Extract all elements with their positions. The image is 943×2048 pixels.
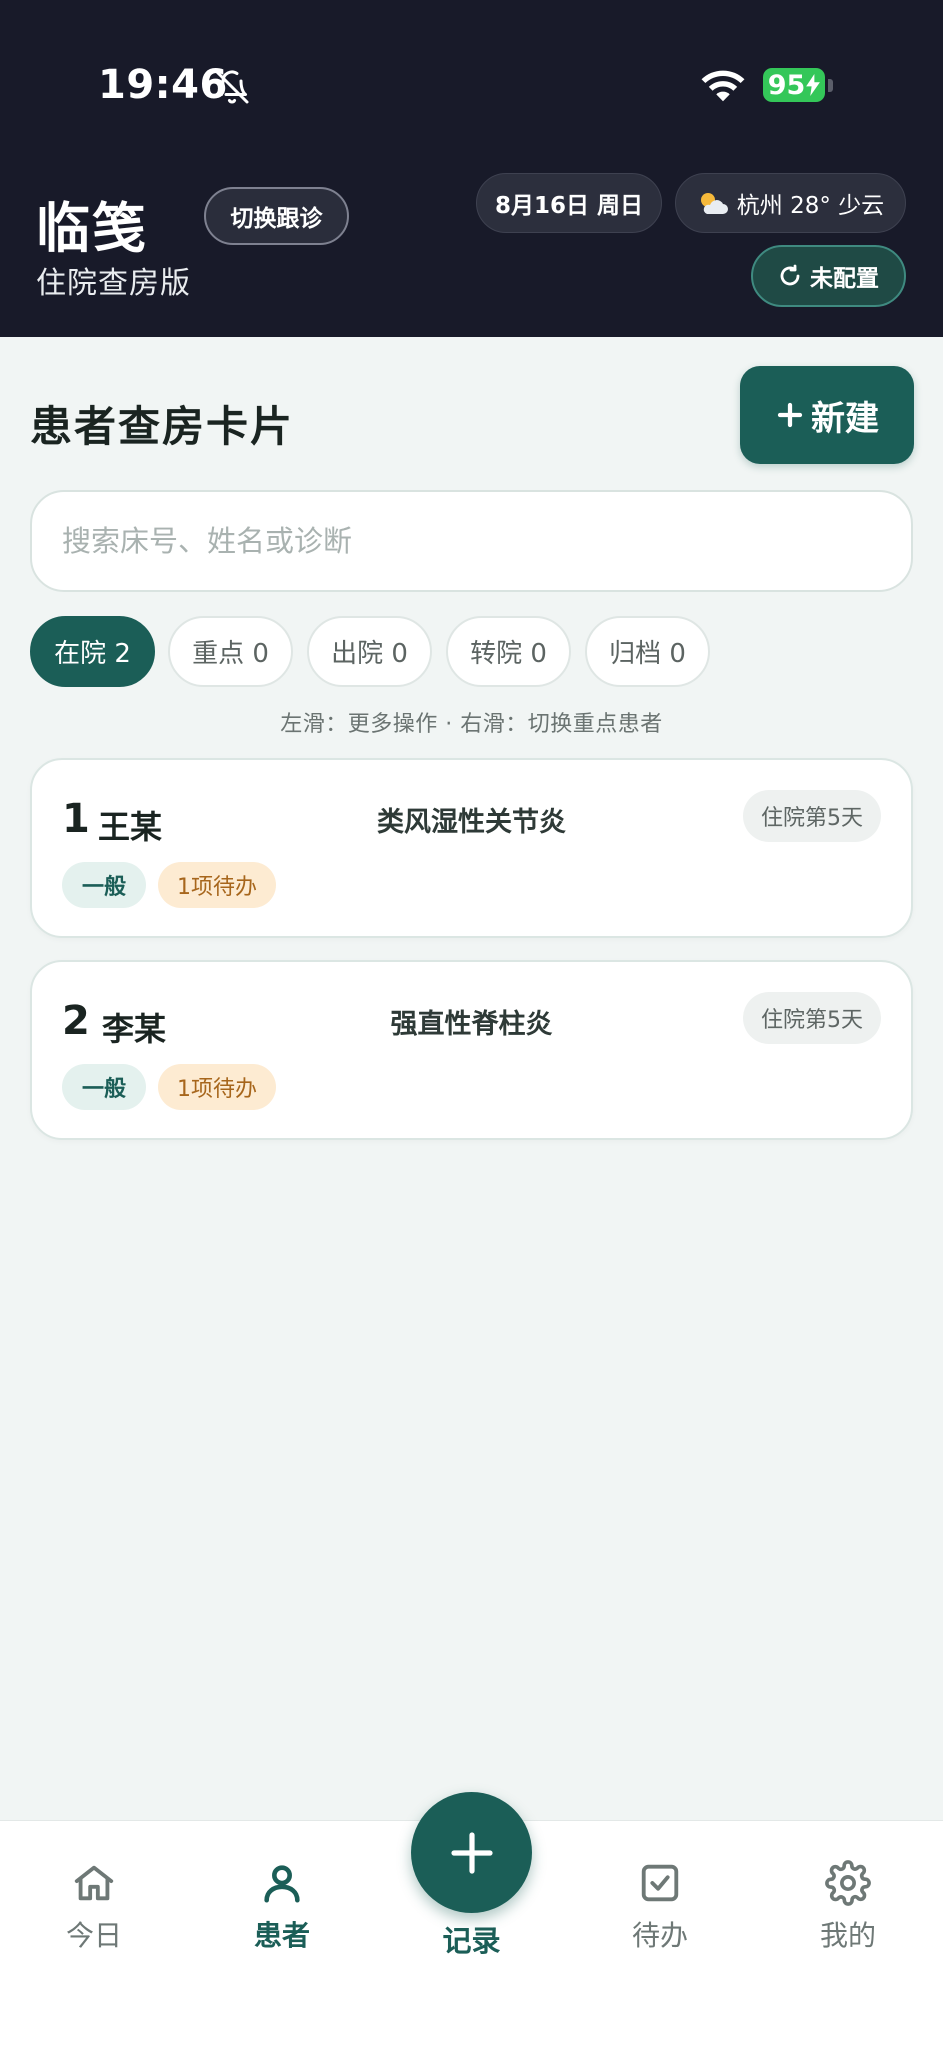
bolt-icon bbox=[806, 74, 821, 96]
new-button-label: 新建 bbox=[811, 398, 879, 439]
level-tag: 一般 bbox=[62, 1064, 146, 1110]
nav-patients[interactable]: 患者 bbox=[222, 1860, 342, 1960]
refresh-icon bbox=[780, 264, 800, 286]
patient-card[interactable]: 2 李某 强直性脊柱炎 住院第5天 一般 1项待办 bbox=[30, 960, 913, 1140]
app-header: 19:46 95 临笺 住院查房版 切换跟诊 8月16日 周日 杭州 28° 少… bbox=[0, 0, 943, 337]
level-tag: 一般 bbox=[62, 862, 146, 908]
home-icon bbox=[74, 1865, 114, 1901]
record-fab-button[interactable] bbox=[411, 1792, 532, 1913]
app-title: 临笺 bbox=[36, 197, 148, 260]
wifi-icon bbox=[701, 70, 745, 102]
nav-label: 待办 bbox=[631, 1919, 688, 1952]
todo-tag: 1项待办 bbox=[158, 862, 276, 908]
todo-tag: 1项待办 bbox=[158, 1064, 276, 1110]
switch-mode-button[interactable]: 切换跟诊 bbox=[204, 187, 349, 245]
weather-text: 杭州 28° 少云 bbox=[736, 193, 885, 219]
status-time: 19:46 bbox=[98, 62, 228, 108]
new-patient-button[interactable]: 新建 bbox=[740, 366, 914, 464]
filter-chip-discharged[interactable]: 出院 0 bbox=[307, 616, 432, 687]
filter-chip-archived[interactable]: 归档 0 bbox=[585, 616, 710, 687]
battery-level: 95 bbox=[767, 69, 806, 101]
date-pill: 8月16日 周日 bbox=[476, 173, 662, 233]
nav-label: 患者 bbox=[253, 1919, 310, 1952]
config-label: 未配置 bbox=[810, 266, 879, 292]
search-box bbox=[30, 490, 913, 592]
battery-icon: 95 bbox=[763, 68, 825, 102]
nav-todo[interactable]: 待办 bbox=[600, 1860, 720, 1960]
plus-icon bbox=[450, 1831, 493, 1874]
search-input[interactable] bbox=[62, 524, 881, 558]
filter-chip-key[interactable]: 重点 0 bbox=[168, 616, 293, 687]
weather-pill: 杭州 28° 少云 bbox=[675, 173, 906, 233]
gear-icon bbox=[825, 1860, 871, 1906]
record-label: 记录 bbox=[442, 1924, 501, 1958]
nav-today[interactable]: 今日 bbox=[34, 1860, 154, 1960]
battery-cap bbox=[828, 79, 833, 92]
config-button[interactable]: 未配置 bbox=[751, 245, 906, 307]
bell-off-icon bbox=[215, 70, 249, 104]
partly-cloudy-icon bbox=[700, 193, 728, 214]
nav-label: 今日 bbox=[65, 1919, 122, 1952]
app-subtitle: 住院查房版 bbox=[36, 266, 191, 301]
filter-chip-transferred[interactable]: 转院 0 bbox=[446, 616, 571, 687]
swipe-hint: 左滑：更多操作 · 右滑：切换重点患者 bbox=[280, 712, 663, 737]
nav-mine[interactable]: 我的 bbox=[788, 1860, 908, 1960]
checkbox-icon bbox=[641, 1864, 679, 1902]
plus-icon bbox=[777, 402, 803, 428]
stay-days-badge: 住院第5天 bbox=[743, 992, 881, 1044]
section-title: 患者查房卡片 bbox=[30, 402, 295, 451]
user-icon bbox=[264, 1865, 300, 1903]
nav-label: 我的 bbox=[819, 1919, 876, 1952]
patient-card[interactable]: 1 王某 类风湿性关节炎 住院第5天 一般 1项待办 bbox=[30, 758, 913, 938]
filter-chip-inpatient[interactable]: 在院 2 bbox=[30, 616, 155, 687]
stay-days-badge: 住院第5天 bbox=[743, 790, 881, 842]
